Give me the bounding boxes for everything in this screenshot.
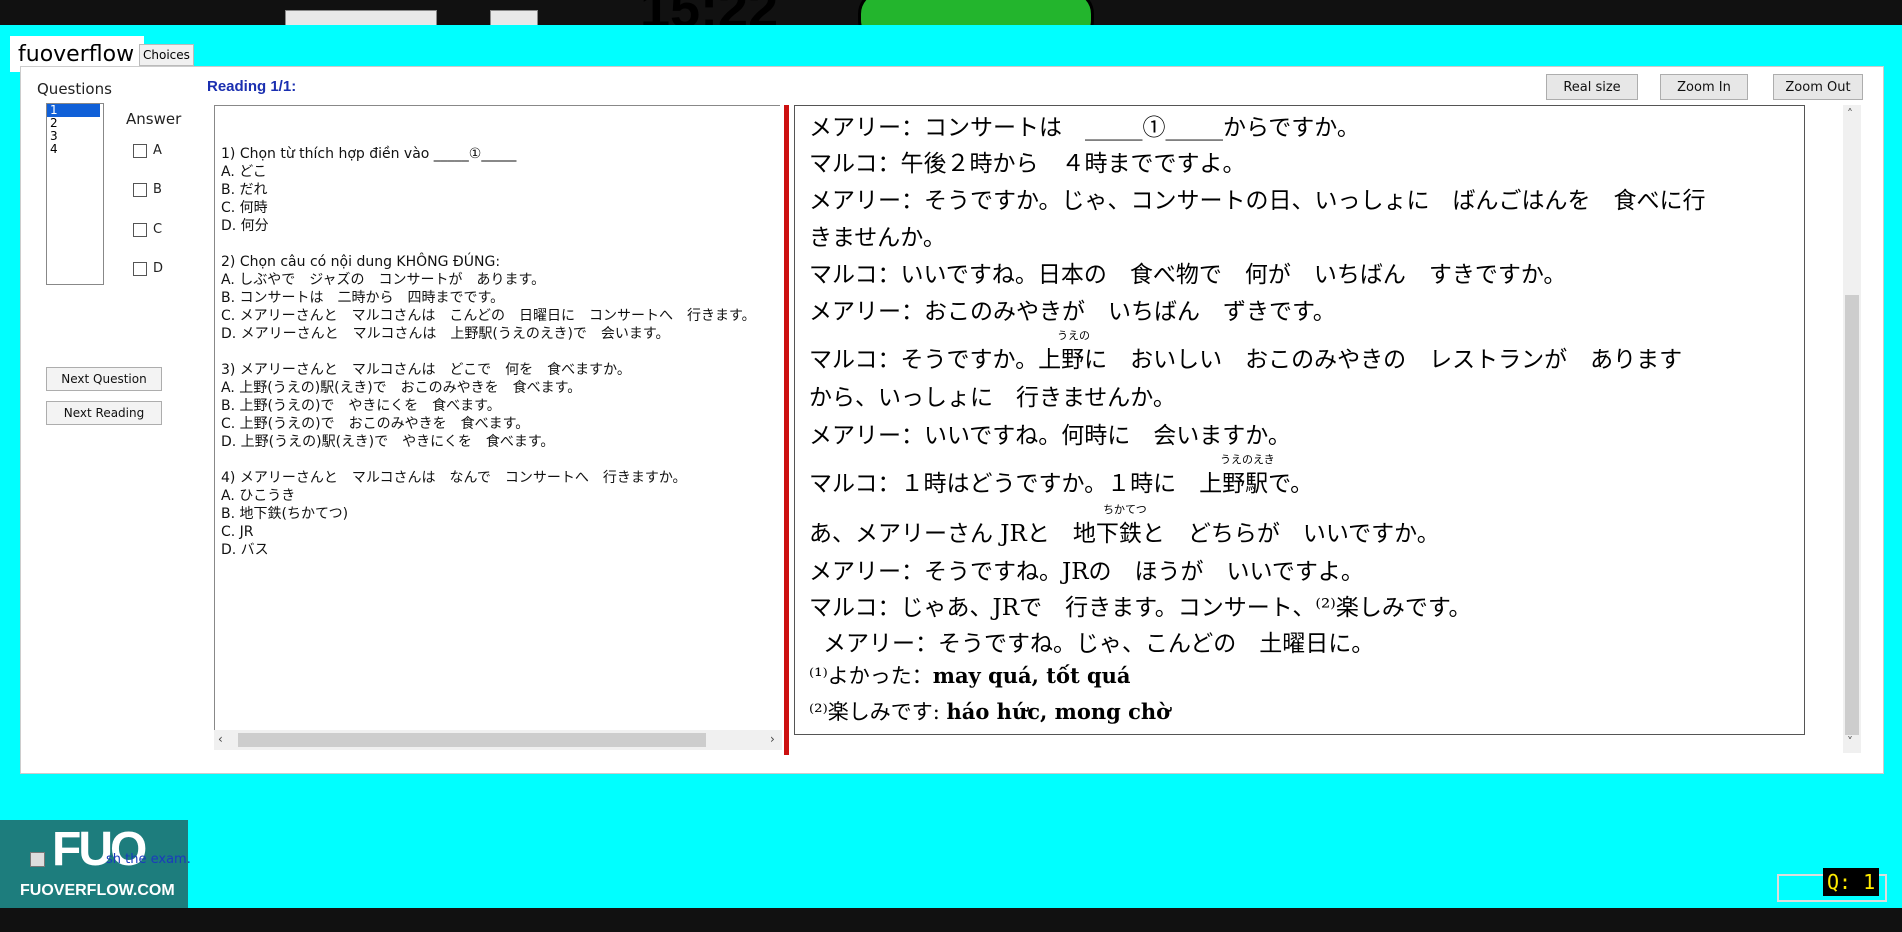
reading-line: メアリー：コンサートは _____①_____からですか。: [809, 115, 1360, 141]
finish-checkbox[interactable]: [30, 852, 45, 867]
reading-line: メアリー：そうですね。じゃ、こんどの 土曜日に。: [823, 631, 1375, 657]
scroll-left-icon[interactable]: ‹: [218, 732, 223, 746]
logo-subtext: FUOVERFLOW.COM: [20, 882, 175, 899]
zoom-in-button[interactable]: Zoom In: [1660, 74, 1748, 100]
next-question-button[interactable]: Next Question: [46, 367, 162, 391]
pane-divider[interactable]: [784, 105, 789, 755]
reading-passage: メアリー：コンサートは _____①_____からですか。 マルコ：午後２時から…: [794, 105, 1805, 735]
timer-status-pill: [858, 0, 1094, 25]
timer-field-1: [285, 10, 437, 25]
reading-line: きませんか。: [809, 225, 946, 251]
reading-line: メアリー：いいですね。何時に 会いますか。: [809, 423, 1291, 449]
reading-line: から、いっしょに 行きませんか。: [809, 385, 1176, 411]
vocab-note: ⁽²⁾楽しみです: háo hức, mong chờ: [809, 699, 1171, 724]
question-item[interactable]: 4: [47, 143, 103, 156]
question-list[interactable]: 1 2 3 4: [46, 103, 104, 285]
checkbox[interactable]: [133, 182, 147, 197]
scroll-thumb[interactable]: [238, 733, 706, 747]
scroll-up-icon[interactable]: ˄: [1847, 107, 1853, 121]
checkbox[interactable]: [133, 261, 147, 276]
reading-line: メアリー：そうですね。JRの ほうが いいですよ。: [809, 559, 1364, 585]
real-size-button[interactable]: Real size: [1546, 74, 1638, 100]
answer-option-a[interactable]: A: [133, 143, 162, 158]
next-reading-button[interactable]: Next Reading: [46, 401, 162, 425]
reading-line: マルコ：じゃあ、JRで 行きます。コンサート、⁽²⁾楽しみです。: [809, 595, 1472, 621]
logo-text: FUO: [52, 823, 147, 876]
vocab-note: ⁽¹⁾よかった：may quá, tốt quá: [809, 663, 1131, 688]
scroll-down-icon[interactable]: ˅: [1847, 735, 1853, 749]
reading-line: メアリー：そうですか。じゃ、コンサートの日、いっしょに ばんごはんを 食べに行: [809, 188, 1706, 214]
answer-option-d[interactable]: D: [133, 261, 163, 276]
tab-choices[interactable]: Choices: [139, 44, 194, 66]
zoom-out-button[interactable]: Zoom Out: [1773, 74, 1863, 100]
bottom-bar: [0, 908, 1902, 932]
checkbox[interactable]: [133, 222, 147, 237]
reading-line: マルコ：いいですね。日本の 食べ物で 何が いちばん すきですか。: [809, 262, 1567, 288]
reading-title: Reading 1/1:: [207, 78, 297, 95]
reading-line: あ、メアリーさん JRと 地下鉄と どちらが いいですか。: [809, 521, 1440, 547]
reading-line: メアリー：おこのみやきが いちばん ずきです。: [809, 299, 1336, 325]
finish-exam-label[interactable]: sh the exam.: [106, 852, 191, 867]
answer-option-b[interactable]: B: [133, 182, 162, 197]
top-bar: 15:22: [0, 0, 1902, 25]
checkbox[interactable]: [133, 143, 147, 158]
scroll-thumb[interactable]: [1845, 295, 1859, 735]
reading-line: マルコ：１時はどうですか。１時に 上野駅で。: [809, 471, 1314, 497]
scroll-right-icon[interactable]: ›: [770, 732, 775, 746]
answer-option-c[interactable]: C: [133, 222, 162, 237]
questions-label: Questions: [37, 80, 112, 98]
reading-line: マルコ：午後２時から ４時までですよ。: [809, 151, 1246, 177]
reading-line: マルコ：そうですか。上野に おいしい おこのみやきの レストランが あります: [809, 347, 1683, 373]
answer-label: Answer: [126, 110, 182, 128]
question-text: 1) Chọn từ thích hợp điền vào _____①____…: [221, 146, 756, 558]
timer-field-2: [490, 10, 538, 25]
vertical-scrollbar[interactable]: ˄ ˅: [1843, 105, 1861, 753]
question-counter: Q: 1: [1823, 868, 1880, 896]
exam-timer: 15:22: [640, 0, 778, 25]
horizontal-scrollbar[interactable]: ‹ ›: [214, 730, 782, 750]
